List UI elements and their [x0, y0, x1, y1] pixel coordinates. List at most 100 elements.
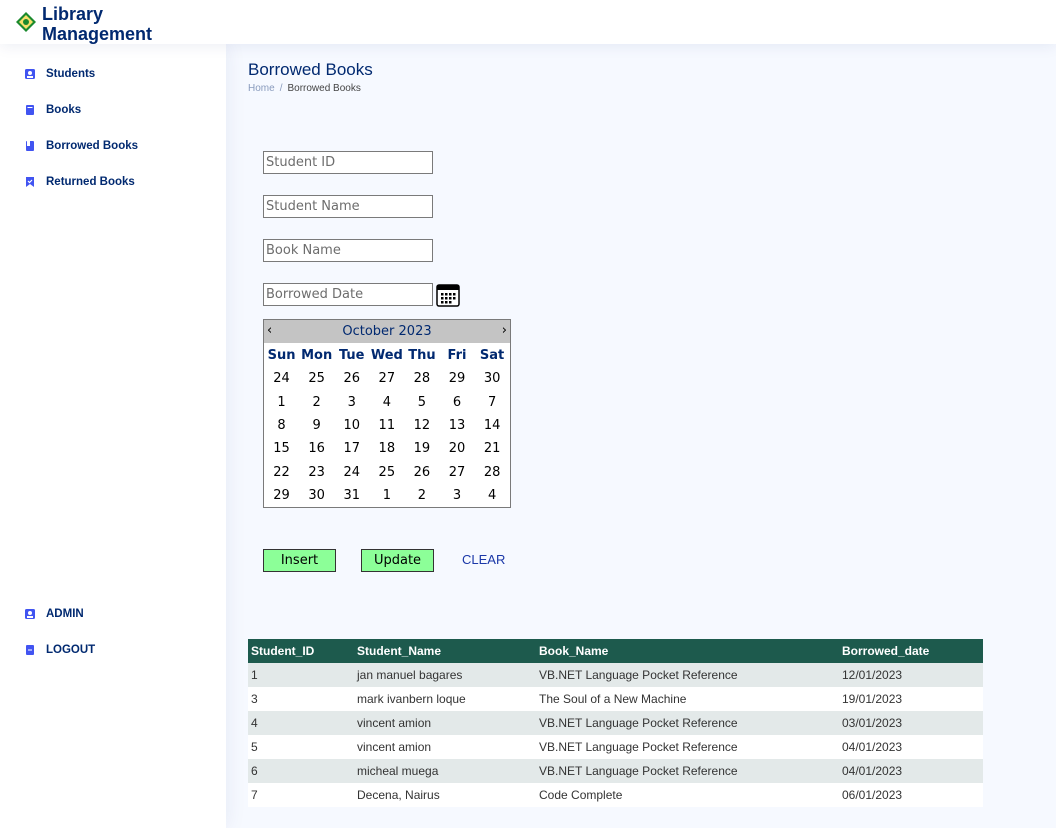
sidebar-item-admin[interactable]: ADMIN — [24, 608, 84, 620]
sidebar-item-borrowed-books[interactable]: Borrowed Books — [24, 140, 138, 152]
table-cell: 12/01/2023 — [839, 663, 983, 687]
calendar-day[interactable]: 30 — [475, 371, 510, 386]
weekday-label: Sat — [479, 348, 505, 364]
calendar-day[interactable]: 17 — [334, 441, 369, 456]
app-title-line2: Management — [42, 24, 153, 44]
book-name-field[interactable] — [263, 239, 433, 262]
sidebar-item-students[interactable]: Students — [24, 68, 95, 80]
table-cell: 6 — [248, 759, 354, 783]
calendar-day[interactable]: 10 — [334, 418, 369, 433]
page-title: Borrowed Books — [248, 60, 373, 79]
calendar-day[interactable]: 26 — [404, 465, 439, 480]
calendar-day[interactable]: 26 — [334, 371, 369, 386]
sidebar-item-label: ADMIN — [46, 608, 84, 620]
column-header-borrowed-date[interactable]: Borrowed_date — [839, 639, 983, 663]
calendar-day[interactable]: 1 — [369, 488, 404, 503]
calendar-day[interactable]: 23 — [299, 465, 334, 480]
sidebar-item-label: Students — [46, 68, 96, 80]
calendar-day[interactable]: 27 — [369, 371, 404, 386]
breadcrumb-current: Borrowed Books — [287, 83, 361, 94]
breadcrumb-home[interactable]: Home — [248, 83, 275, 94]
calendar-icon[interactable] — [436, 283, 460, 307]
calendar-day[interactable]: 22 — [264, 465, 299, 480]
table-cell: 04/01/2023 — [839, 735, 983, 759]
student-name-field[interactable] — [263, 195, 433, 218]
update-button[interactable]: Update — [361, 549, 434, 572]
calendar-day[interactable]: 14 — [475, 418, 510, 433]
calendar-day[interactable]: 24 — [334, 465, 369, 480]
calendar-day[interactable]: 1 — [264, 395, 299, 410]
calendar-week-row: 22 23 24 25 26 27 28 — [264, 460, 510, 483]
calendar-day[interactable]: 25 — [369, 465, 404, 480]
table-cell: Decena, Nairus — [354, 783, 536, 807]
book-icon — [26, 105, 34, 115]
calendar-day[interactable]: 27 — [439, 465, 474, 480]
calendar-day[interactable]: 8 — [264, 418, 299, 433]
calendar-day[interactable]: 29 — [264, 488, 299, 503]
calendar-day[interactable]: 29 — [439, 371, 474, 386]
table-cell: 06/01/2023 — [839, 783, 983, 807]
calendar-day[interactable]: 4 — [369, 395, 404, 410]
table-cell: VB.NET Language Pocket Reference — [536, 663, 839, 687]
calendar-day[interactable]: 6 — [439, 395, 474, 410]
table-row[interactable]: 1 jan manuel bagares VB.NET Language Pocke… — [248, 663, 983, 687]
sidebar: Students Books Borrowed Books Returned B… — [0, 44, 226, 828]
column-header-student-name[interactable]: Student_Name — [354, 639, 536, 663]
table-cell: 4 — [248, 711, 354, 735]
calendar-day[interactable]: 25 — [299, 371, 334, 386]
table-row[interactable]: 3 mark ivanbern loque The Soul of a New Ma… — [248, 687, 983, 711]
table-row[interactable]: 6 micheal muega VB.NET Language Pocket Ref… — [248, 759, 983, 783]
breadcrumb-separator: / — [279, 83, 283, 94]
calendar-day[interactable]: 7 — [475, 395, 510, 410]
calendar-day[interactable]: 4 — [475, 488, 510, 503]
calendar-day[interactable]: 15 — [264, 441, 299, 456]
calendar-day[interactable]: 30 — [299, 488, 334, 503]
sidebar-item-logout[interactable]: LOGOUT — [24, 644, 95, 656]
calendar-day[interactable]: 11 — [369, 418, 404, 433]
calendar-day[interactable]: 9 — [299, 418, 334, 433]
table-cell: 19/01/2023 — [839, 687, 983, 711]
table-row[interactable]: 4 vincent amion VB.NET Language Pocket Ref… — [248, 711, 983, 735]
calendar-prev-month-button[interactable]: ‹ — [267, 323, 272, 338]
calendar-day[interactable]: 24 — [264, 371, 299, 386]
calendar-day[interactable]: 31 — [334, 488, 369, 503]
calendar-day[interactable]: 5 — [404, 395, 439, 410]
top-header: Library Management — [0, 0, 1056, 44]
calendar-day[interactable]: 13 — [439, 418, 474, 433]
table-row[interactable]: 7 Decena, Nairus Code Complete 06/01/2023 — [248, 783, 983, 807]
table-cell: 03/01/2023 — [839, 711, 983, 735]
borrowed-date-field[interactable] — [263, 283, 433, 306]
sidebar-item-label: Borrowed Books — [46, 140, 139, 152]
insert-button[interactable]: Insert — [263, 549, 336, 572]
clear-button[interactable]: CLEAR — [462, 552, 505, 567]
app-title: Library Management — [42, 4, 222, 44]
student-id-field[interactable] — [263, 151, 433, 174]
calendar-day[interactable]: 3 — [439, 488, 474, 503]
calendar-next-month-button[interactable]: › — [502, 323, 507, 338]
column-header-book-name[interactable]: Book_Name — [536, 639, 839, 663]
table-row[interactable]: 5 vincent amion VB.NET Language Pocket Ref… — [248, 735, 983, 759]
calendar-day[interactable]: 20 — [439, 441, 474, 456]
calendar-day[interactable]: 28 — [475, 465, 510, 480]
table-cell: VB.NET Language Pocket Reference — [536, 711, 839, 735]
calendar-day[interactable]: 18 — [369, 441, 404, 456]
table-cell: vincent amion — [354, 711, 536, 735]
calendar-day[interactable]: 2 — [404, 488, 439, 503]
breadcrumb: Home / Borrowed Books — [248, 83, 361, 94]
calendar-weekday-row: Sun Mon Tue Wed Thu Fri Sat — [264, 344, 510, 367]
weekday-label: Wed — [370, 348, 403, 364]
calendar-day[interactable]: 28 — [404, 371, 439, 386]
borrowed-books-table: Student_ID Student_Name Book_Name Borrow… — [248, 639, 983, 807]
borrowed-book-icon — [26, 141, 34, 151]
calendar-day[interactable]: 12 — [404, 418, 439, 433]
calendar-day[interactable]: 21 — [475, 441, 510, 456]
calendar-day[interactable]: 3 — [334, 395, 369, 410]
column-header-student-id[interactable]: Student_ID — [248, 639, 354, 663]
calendar-day[interactable]: 19 — [404, 441, 439, 456]
calendar-day[interactable]: 2 — [299, 395, 334, 410]
calendar-week-row: 1234567 — [264, 391, 510, 414]
sidebar-item-returned-books[interactable]: Returned Books — [24, 176, 135, 188]
calendar-day[interactable]: 16 — [299, 441, 334, 456]
sidebar-item-books[interactable]: Books — [24, 104, 81, 116]
table-cell: 3 — [248, 687, 354, 711]
